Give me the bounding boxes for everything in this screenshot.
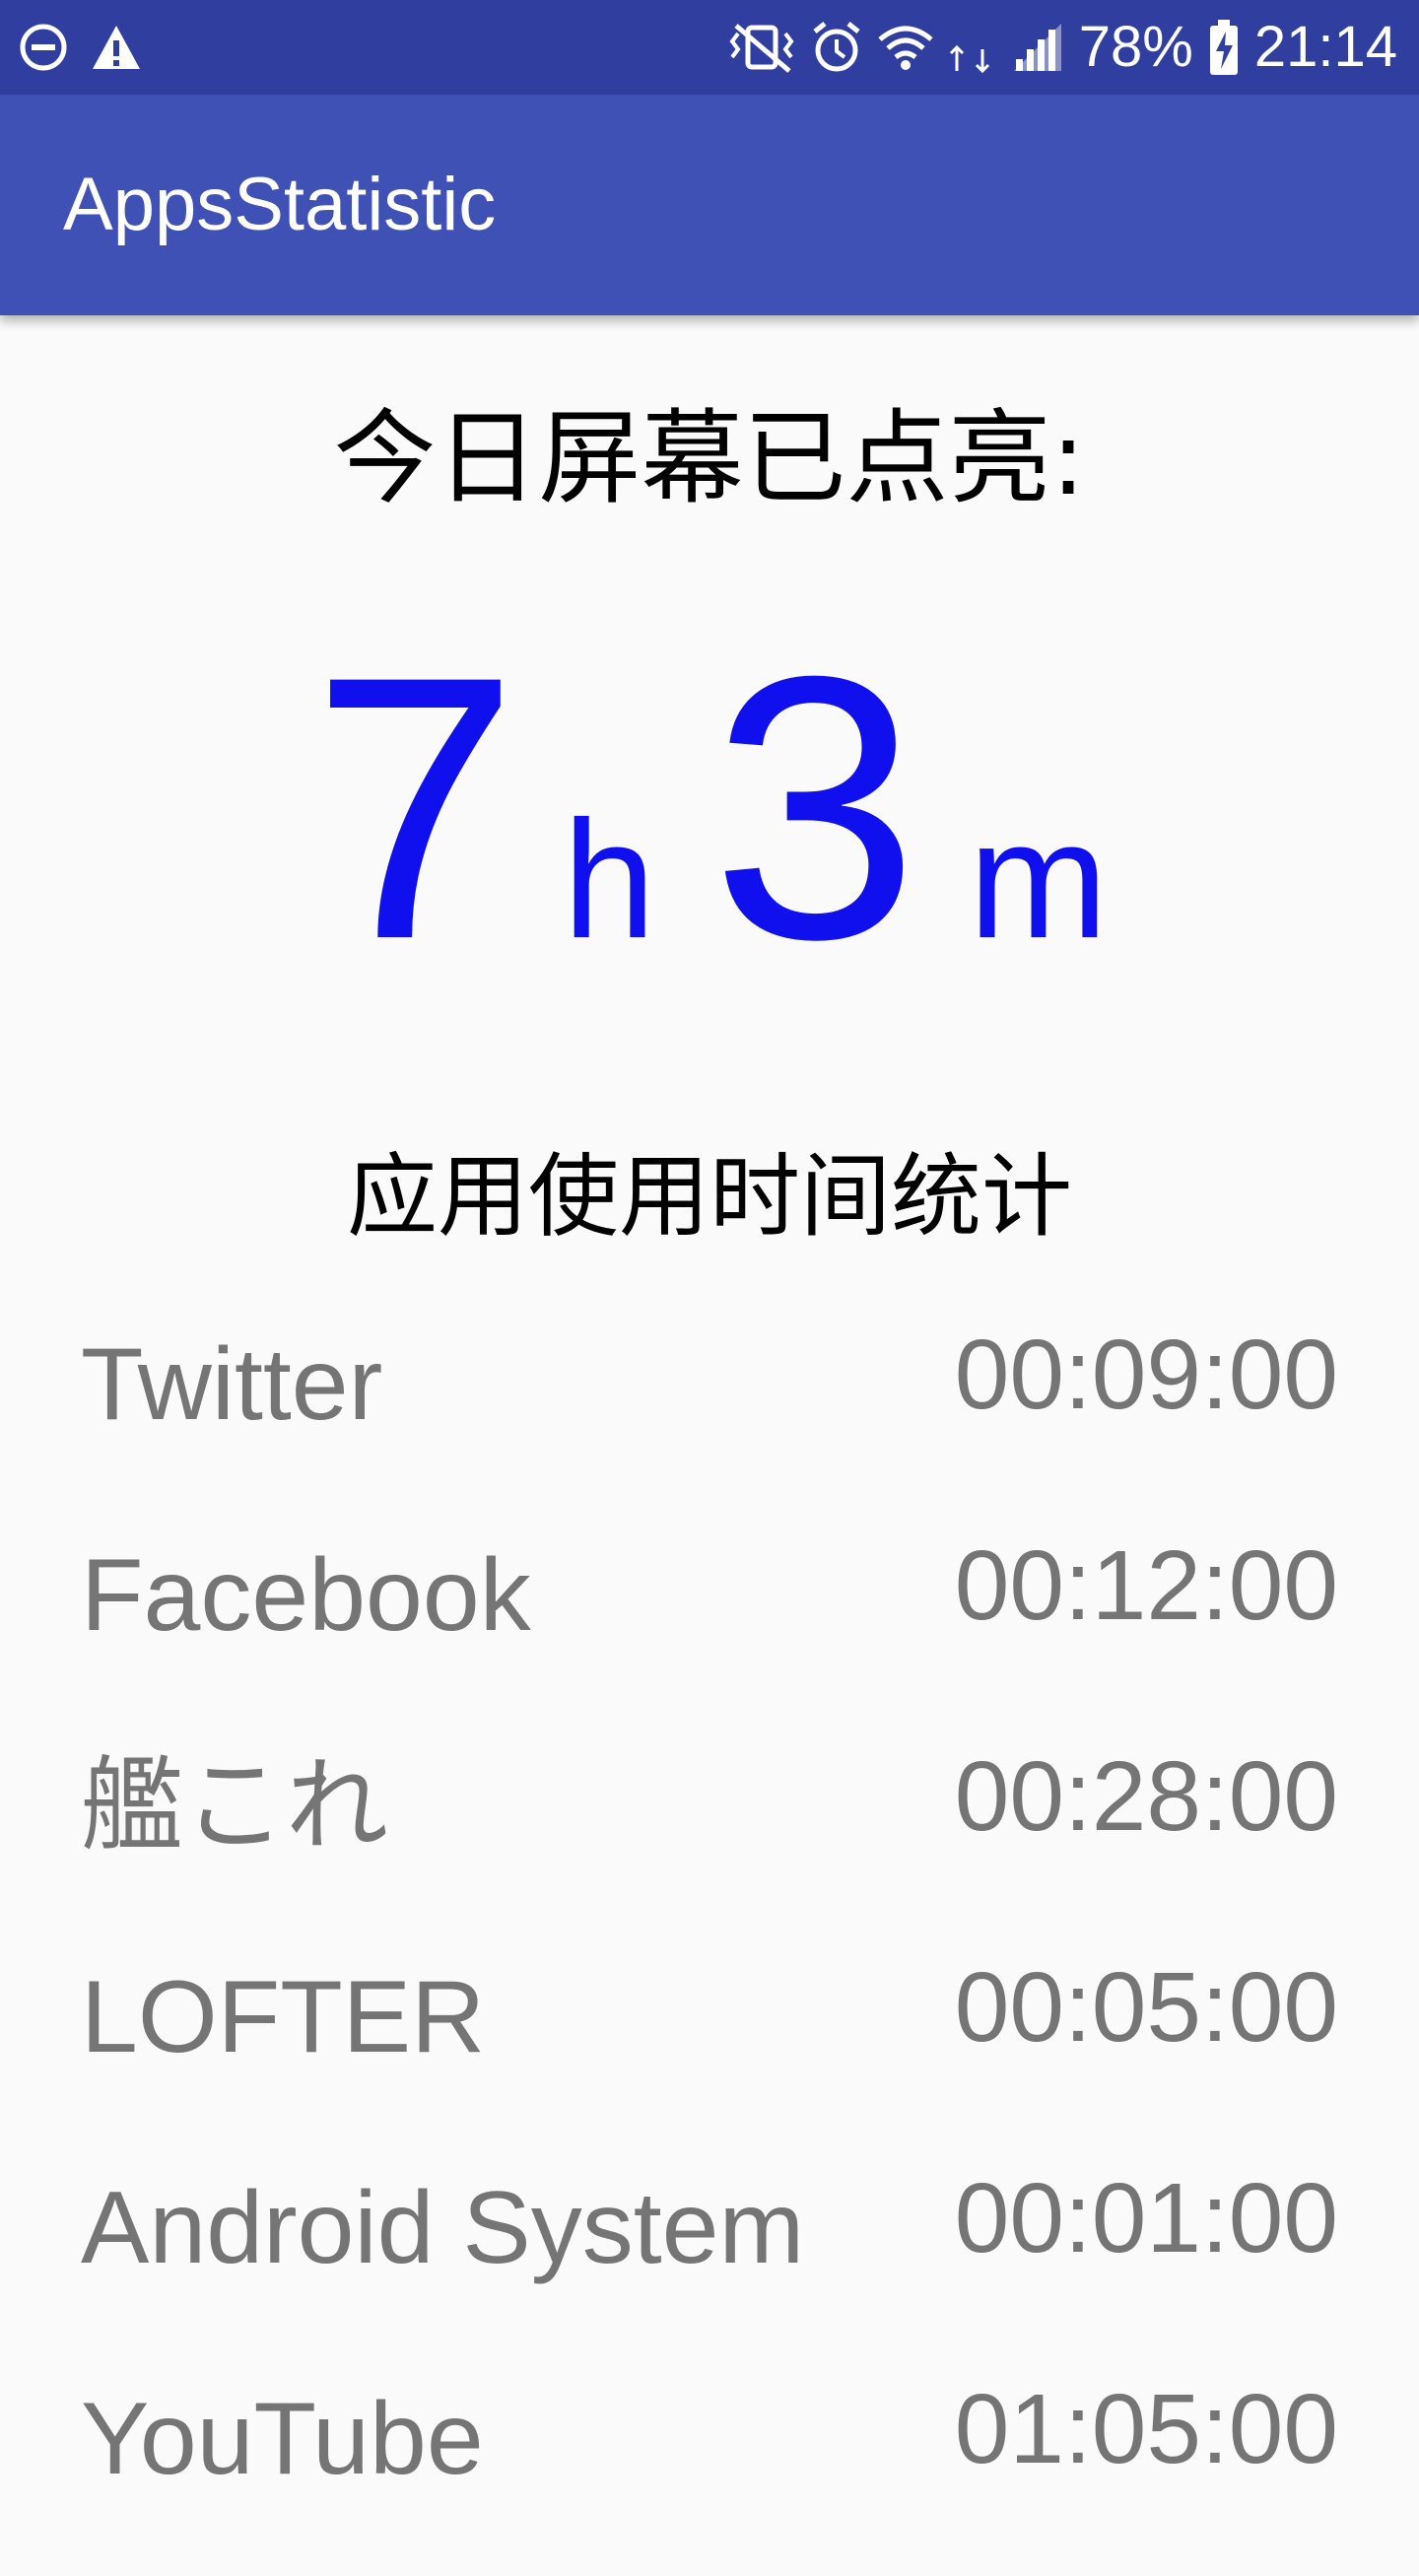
app-usage-time: 00:05:00 xyxy=(954,1952,1338,2063)
app-toolbar: AppsStatistic xyxy=(0,95,1419,315)
minutes-value: 3 xyxy=(710,598,919,1017)
list-item[interactable]: Twitter 00:09:00 xyxy=(0,1311,1419,1522)
status-right-icons: 78% 21:14 xyxy=(726,14,1397,81)
app-name: Twitter xyxy=(81,1327,383,1442)
app-name: YouTube xyxy=(81,2382,484,2496)
alarm-icon xyxy=(811,20,862,75)
do-not-disturb-icon xyxy=(18,22,69,73)
app-name: Facebook xyxy=(81,1538,531,1653)
app-name: LOFTER xyxy=(81,1960,486,2074)
clock-time: 21:14 xyxy=(1253,15,1397,79)
cell-signal-icon xyxy=(1010,20,1065,75)
battery-percent: 78% xyxy=(1078,15,1193,79)
warning-icon xyxy=(91,23,142,72)
battery-charging-icon xyxy=(1207,18,1241,77)
minutes-unit: m xyxy=(968,786,1109,974)
status-bar: 78% 21:14 xyxy=(0,0,1419,95)
app-name: Android System xyxy=(81,2171,805,2285)
app-usage-time: 00:12:00 xyxy=(954,1530,1338,1641)
list-item[interactable]: Android System 00:01:00 xyxy=(0,2154,1419,2365)
vibrate-mute-icon xyxy=(726,20,797,75)
usage-heading: 应用使用时间统计 xyxy=(346,1144,1072,1250)
app-usage-time: 01:05:00 xyxy=(954,2374,1338,2484)
network-4g-icon xyxy=(949,20,996,75)
app-title: AppsStatistic xyxy=(63,163,497,246)
app-usage-time: 00:09:00 xyxy=(954,1320,1338,1430)
app-usage-time: 00:28:00 xyxy=(954,1741,1338,1852)
list-item[interactable]: Facebook 00:12:00 xyxy=(0,1522,1419,1732)
list-item[interactable]: LOFTER 00:05:00 xyxy=(0,1943,1419,2154)
usage-list: Twitter 00:09:00 Facebook 00:12:00 艦これ 0… xyxy=(0,1311,1419,2576)
list-item[interactable]: YouTube 01:05:00 xyxy=(0,2365,1419,2576)
app-name: 艦これ xyxy=(81,1749,389,1864)
wifi-icon xyxy=(876,20,935,75)
hours-value: 7 xyxy=(310,598,519,1017)
screen-on-heading: 今日屏幕已点亮: xyxy=(333,398,1086,518)
hours-unit: h xyxy=(562,786,656,974)
app-usage-time: 00:01:00 xyxy=(954,2163,1338,2273)
screen-on-duration: 7 h 3 m xyxy=(0,621,1419,995)
list-item[interactable]: 艦これ 00:28:00 xyxy=(0,1732,1419,1943)
status-left-icons xyxy=(18,18,142,77)
